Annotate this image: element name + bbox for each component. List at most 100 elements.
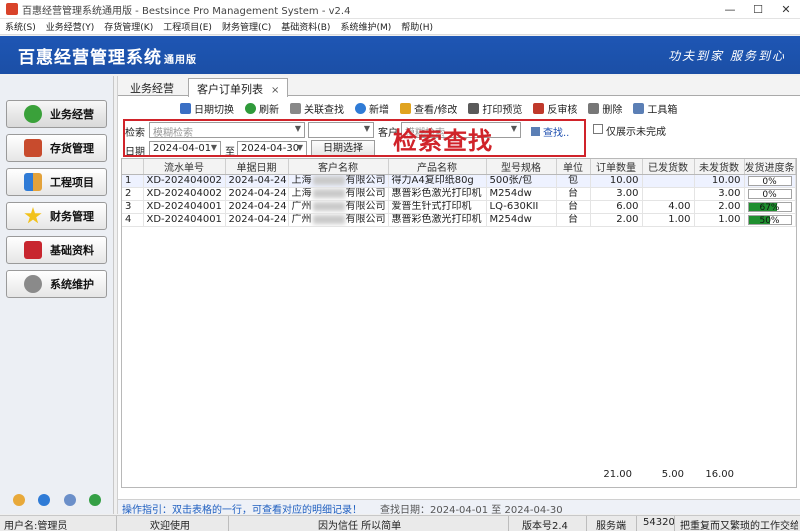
minimize-button[interactable]: — [716, 0, 744, 19]
sidebar-item-label: 财务管理 [50, 210, 94, 223]
tab-bar: 业务经营 客户订单列表 × [118, 76, 800, 97]
table-row[interactable]: 2 XD-202404002 2024-04-24 上海 有限公司 惠普彩色激光打… [122, 187, 796, 201]
clock-icon[interactable] [38, 494, 51, 506]
annotation-label: 检索查找 [393, 127, 493, 155]
column-header[interactable]: 单位 [556, 159, 591, 175]
print-preview-button[interactable]: 打印预览 [468, 101, 522, 116]
only-unfinished-label: 仅展示未完成 [606, 127, 666, 138]
app-edition: 通用版 [164, 55, 197, 66]
add-button[interactable]: 新增 [355, 101, 389, 116]
book-icon [24, 241, 42, 259]
redacted-text [312, 175, 345, 185]
total-unshipped: 16.00 [705, 469, 734, 480]
column-header[interactable]: 发货进度条 [744, 159, 796, 175]
view-edit-button[interactable]: 查看/修改 [400, 101, 457, 116]
refresh-button[interactable]: 刷新 [245, 101, 279, 116]
project-icon [24, 173, 42, 191]
sidebar-item-maintenance[interactable]: 系统维护 [6, 270, 107, 298]
column-header[interactable]: 型号规格 [486, 159, 557, 175]
menu-bar: 系统(S) 业务经营(Y) 存货管理(K) 工程项目(E) 财务管理(C) 基础… [0, 19, 800, 35]
total-qty: 21.00 [603, 469, 632, 480]
redacted-text [312, 188, 345, 198]
sidebar-item-basic-data[interactable]: 基础资料 [6, 236, 107, 264]
table-row[interactable]: 4 XD-202404001 2024-04-24 广州 有限公司 惠普彩色激光打… [122, 213, 796, 227]
print-icon [468, 102, 480, 114]
guide-date-range: 查找日期：2024-04-01 至 2024-04-30 [380, 505, 563, 516]
refresh-icon [245, 102, 256, 114]
refresh-icon[interactable] [89, 494, 102, 506]
linked-search-button[interactable]: 关联查找 [290, 101, 344, 116]
column-header[interactable]: 客户名称 [288, 159, 389, 175]
status-server-port: 54320 [643, 517, 675, 528]
star-icon [24, 207, 42, 224]
edit-icon [400, 102, 411, 114]
window-title: 百惠经营管理系统通用版 - Bestsince Pro Management S… [22, 5, 351, 17]
calendar-icon [180, 102, 191, 114]
sidebar-item-label: 存货管理 [50, 142, 94, 155]
menu-system[interactable]: 系统(S) [0, 20, 41, 33]
add-icon [355, 102, 366, 114]
sidebar-item-label: 系统维护 [50, 278, 94, 291]
column-header[interactable]: 订单数量 [590, 159, 643, 175]
table-row[interactable]: 3 XD-202404001 2024-04-24 广州 有限公司 爱普生针式打印… [122, 200, 796, 214]
column-header[interactable]: 产品名称 [388, 159, 487, 175]
redacted-text [312, 214, 345, 224]
app-name: 百惠经营管理系统 通用版 [18, 48, 197, 68]
ship-progress-bar: 67% [747, 202, 792, 213]
unaudit-button[interactable]: 反审核 [533, 101, 577, 116]
total-shipped: 5.00 [661, 469, 684, 480]
annotation-box [123, 119, 586, 157]
ship-progress-bar: 50% [747, 215, 792, 226]
ship-progress-bar: 0% [747, 189, 792, 200]
status-version: 版本号2.4 [522, 521, 568, 531]
menu-business[interactable]: 业务经营(Y) [41, 20, 100, 33]
tab-close-icon[interactable]: × [271, 85, 279, 96]
menu-help[interactable]: 帮助(H) [396, 20, 438, 33]
unaudit-icon [533, 102, 545, 114]
status-motto: 因为信任 所以简单 [318, 521, 402, 531]
link-search-icon [290, 102, 301, 114]
sidebar-item-project[interactable]: 工程项目 [6, 168, 107, 196]
monitor-icon[interactable] [63, 494, 76, 506]
menu-inventory[interactable]: 存货管理(K) [99, 20, 158, 33]
window-controls: — ☐ ✕ [716, 0, 800, 19]
column-header[interactable]: 流水单号 [143, 159, 226, 175]
menu-finance[interactable]: 财务管理(C) [217, 20, 276, 33]
filter-panel: 检索 模糊检索 ▼ ▼ 客户 模糊检索 ▼ 查找.. 仅展示未完成 日期 2024-… [121, 119, 797, 159]
tab-customer-orders[interactable]: 客户订单列表 × [188, 78, 289, 97]
delete-button[interactable]: 删除 [588, 101, 622, 116]
sidebar-item-inventory[interactable]: 存货管理 [6, 134, 107, 162]
toolbox-icon [633, 102, 645, 114]
menu-basic-data[interactable]: 基础资料(B) [276, 20, 335, 33]
ship-progress-bar: 0% [747, 176, 792, 187]
app-banner: 百惠经营管理系统 通用版 功夫到家 服务到心 [0, 36, 800, 74]
menu-maintenance[interactable]: 系统维护(M) [335, 20, 396, 33]
status-welcome: 欢迎使用 [150, 521, 190, 531]
sidebar-tools [0, 494, 114, 506]
lock-icon[interactable] [12, 494, 25, 506]
title-bar: 百惠经营管理系统通用版 - Bestsince Pro Management S… [0, 0, 800, 19]
close-button[interactable]: ✕ [772, 0, 800, 19]
main-panel: 业务经营 客户订单列表 × 日期切换 刷新 关联查找 新增 查看/修改 打印预览 … [117, 76, 800, 516]
maximize-button[interactable]: ☐ [744, 0, 772, 19]
sidebar-item-label: 工程项目 [50, 176, 94, 189]
redacted-text [312, 201, 345, 211]
toolbox-button[interactable]: 工具箱 [633, 101, 677, 116]
column-header[interactable]: 单据日期 [225, 159, 289, 175]
column-header[interactable]: 未发货数 [694, 159, 745, 175]
column-header[interactable]: 已发货数 [642, 159, 695, 175]
sidebar: 业务经营 存货管理 工程项目 财务管理 基础资料 系统维护 [0, 76, 114, 514]
sidebar-item-finance[interactable]: 财务管理 [6, 202, 107, 230]
table-row[interactable]: 1 XD-202404002 2024-04-24 上海 有限公司 得力A4复印纸… [122, 174, 796, 188]
app-icon [6, 3, 18, 15]
house-icon [24, 139, 42, 157]
delete-icon [588, 102, 600, 114]
status-server-label: 服务端 [596, 521, 626, 531]
only-unfinished-checkbox[interactable] [593, 124, 603, 134]
date-switch-button[interactable]: 日期切换 [180, 101, 234, 116]
menu-project[interactable]: 工程项目(E) [158, 20, 217, 33]
column-header[interactable] [122, 159, 144, 175]
sidebar-item-business[interactable]: 业务经营 [6, 100, 107, 128]
gear-icon [24, 275, 42, 293]
tab-business[interactable]: 业务经营 [122, 78, 182, 96]
